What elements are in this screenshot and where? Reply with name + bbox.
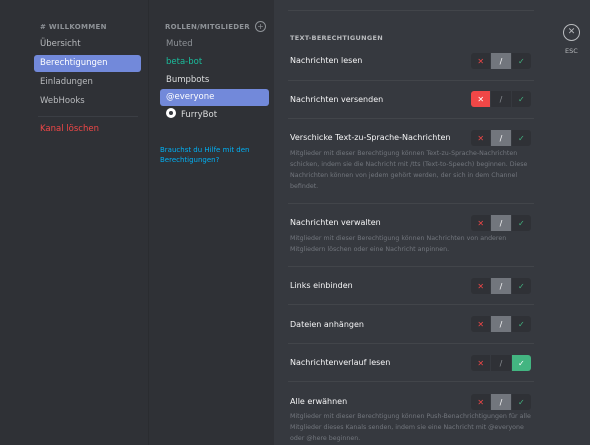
roles-header: ROLLEN/MITGLIEDER	[165, 23, 250, 31]
deny-button[interactable]: ✕	[471, 316, 492, 332]
perm-name: Verschicke Text-zu-Sprache-Nachrichten	[290, 133, 451, 142]
neutral-button[interactable]: /	[491, 355, 512, 371]
perm-name: Alle erwähnen	[290, 397, 348, 406]
allow-button[interactable]: ✓	[511, 316, 531, 332]
perm-toggle: ✕ / ✓	[471, 278, 531, 294]
nav-overview[interactable]: Übersicht	[34, 36, 141, 53]
role-everyone[interactable]: @everyone	[160, 89, 269, 106]
top-divider	[288, 10, 534, 11]
allow-button[interactable]: ✓	[511, 278, 531, 294]
neutral-button[interactable]: /	[491, 53, 512, 69]
perm-toggle: ✕ / ✓	[471, 394, 531, 410]
member-name: FurryBot	[181, 110, 218, 120]
perm-description: Mitglieder mit dieser Berechtigung könne…	[290, 235, 507, 253]
nav-invites[interactable]: Einladungen	[34, 74, 141, 91]
perm-name: Nachrichten verwalten	[290, 218, 381, 227]
perm-toggle: ✕ / ✓	[471, 215, 531, 231]
perm-toggle: ✕ / ✓	[471, 355, 531, 371]
help-link[interactable]: Brauchst du Hilfe mit den Berechtigungen…	[160, 145, 270, 165]
deny-button[interactable]: ✕	[471, 91, 492, 107]
perm-name: Nachrichten versenden	[290, 95, 384, 104]
perm-name: Nachrichtenverlauf lesen	[290, 358, 391, 367]
allow-button[interactable]: ✓	[511, 53, 531, 69]
deny-button[interactable]: ✕	[471, 394, 492, 410]
nav-permissions[interactable]: Berechtigungen	[34, 55, 141, 72]
esc-label: ESC	[565, 47, 578, 55]
perm-toggle: ✕ / ✓	[471, 91, 531, 107]
perm-name: Dateien anhängen	[290, 320, 364, 329]
allow-button[interactable]: ✓	[511, 394, 531, 410]
perm-divider	[288, 80, 534, 81]
neutral-button[interactable]: /	[491, 130, 512, 146]
perm-toggle: ✕ / ✓	[471, 316, 531, 332]
section-title: TEXT-BERECHTIGUNGEN	[290, 34, 383, 42]
allow-button[interactable]: ✓	[511, 215, 531, 231]
neutral-button[interactable]: /	[491, 316, 512, 332]
perm-description: Mitglieder mit dieser Berechtigung könne…	[290, 413, 531, 442]
channel-name-header: # WILLKOMMEN	[40, 23, 107, 31]
role-beta-bot[interactable]: beta-bot	[160, 54, 269, 71]
perm-toggle: ✕ / ✓	[471, 53, 531, 69]
perm-toggle: ✕ / ✓	[471, 130, 531, 146]
role-muted[interactable]: Muted	[160, 36, 269, 53]
delete-channel-button[interactable]: Kanal löschen	[34, 121, 141, 138]
perm-divider	[288, 118, 534, 119]
deny-button[interactable]: ✕	[471, 215, 492, 231]
neutral-button[interactable]: /	[491, 215, 512, 231]
deny-button[interactable]: ✕	[471, 130, 492, 146]
close-icon[interactable]: ✕	[563, 24, 580, 41]
neutral-button[interactable]: /	[491, 91, 512, 107]
perm-divider	[288, 304, 534, 305]
perm-name: Links einbinden	[290, 281, 353, 290]
perm-divider	[288, 381, 534, 382]
role-bumpbots[interactable]: Bumpbots	[160, 72, 269, 89]
neutral-button[interactable]: /	[491, 278, 512, 294]
perm-divider	[288, 203, 534, 204]
allow-button[interactable]: ✓	[511, 91, 531, 107]
nav-divider	[38, 116, 138, 117]
deny-button[interactable]: ✕	[471, 53, 492, 69]
perm-description: Mitglieder mit dieser Berechtigung könne…	[290, 150, 528, 190]
allow-button[interactable]: ✓	[511, 130, 531, 146]
perm-divider	[288, 266, 534, 267]
perm-divider	[288, 343, 534, 344]
avatar	[166, 108, 176, 118]
deny-button[interactable]: ✕	[471, 355, 492, 371]
nav-webhooks[interactable]: WebHooks	[34, 93, 141, 110]
allow-button[interactable]: ✓	[511, 355, 531, 371]
neutral-button[interactable]: /	[491, 394, 512, 410]
member-furrybot[interactable]: FurryBot	[160, 107, 269, 124]
add-role-icon[interactable]: +	[255, 21, 266, 32]
deny-button[interactable]: ✕	[471, 278, 492, 294]
perm-name: Nachrichten lesen	[290, 56, 363, 65]
